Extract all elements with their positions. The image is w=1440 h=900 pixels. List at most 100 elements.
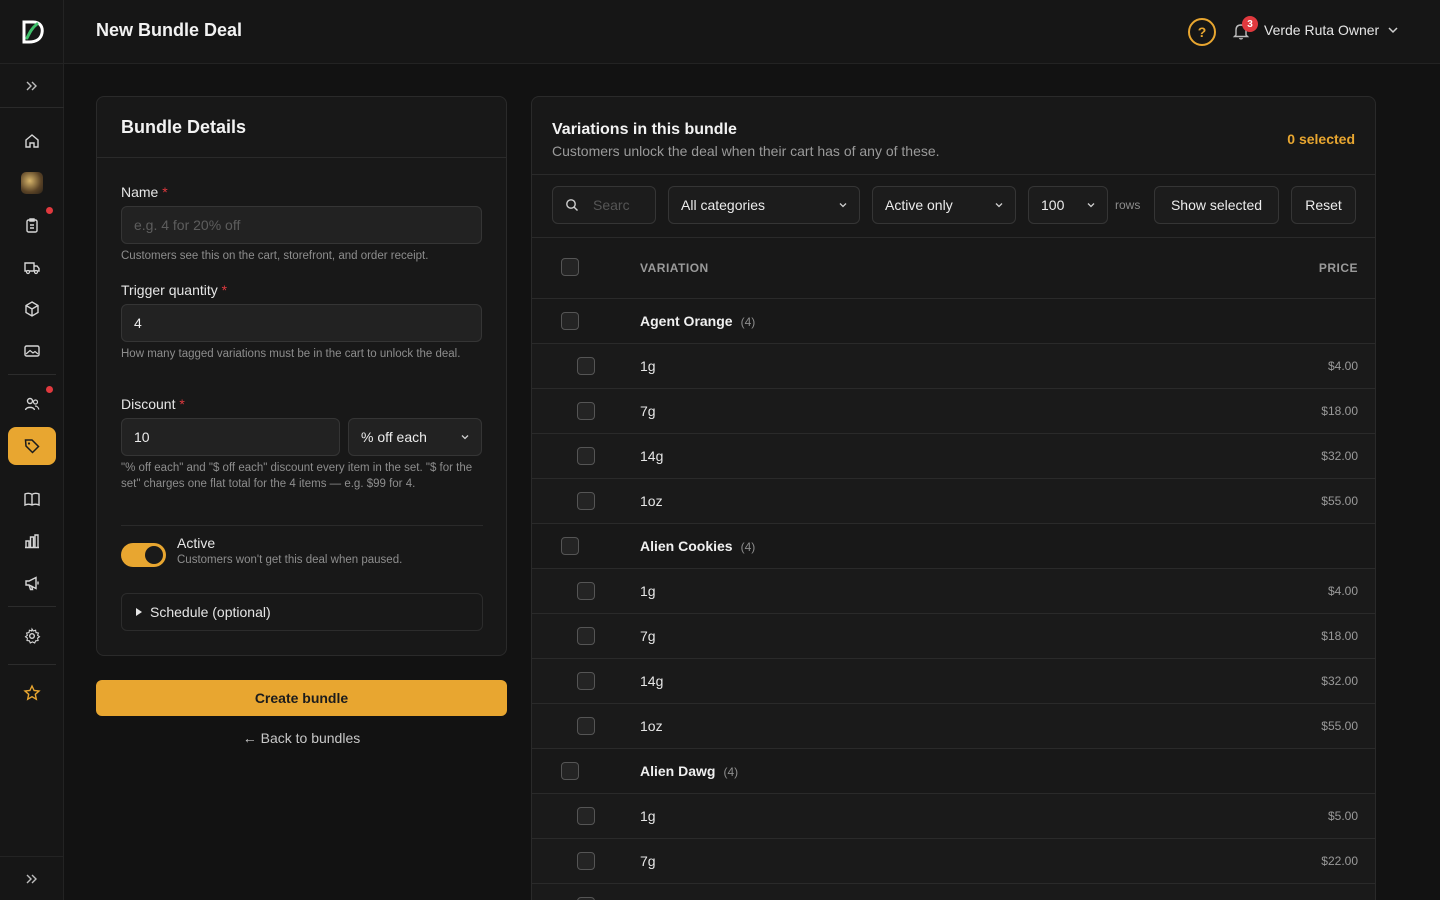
chevrons-right-icon xyxy=(26,874,37,883)
sidebar-item-store[interactable] xyxy=(8,164,56,202)
sidebar-item-delivery[interactable] xyxy=(8,248,56,286)
variation-price: $4.00 xyxy=(1327,359,1358,373)
variation-row[interactable]: 1g $5.00 xyxy=(532,794,1375,839)
sidebar-item-analytics[interactable] xyxy=(8,522,56,560)
variation-price: $18.00 xyxy=(1321,629,1358,643)
sidebar-separator xyxy=(8,664,56,665)
home-icon xyxy=(25,134,39,148)
rows-per-page-select[interactable]: 100 xyxy=(1028,186,1108,224)
user-name: Verde Ruta Owner xyxy=(1264,22,1380,38)
variation-checkbox[interactable] xyxy=(577,582,595,600)
group-count: (4) xyxy=(740,540,756,554)
search-placeholder: Searc xyxy=(593,197,630,213)
variation-checkbox[interactable] xyxy=(577,852,595,870)
variation-checkbox[interactable] xyxy=(577,672,595,690)
chevron-down-icon xyxy=(1388,27,1398,34)
rows-label: rows xyxy=(1115,198,1141,212)
required-mark: * xyxy=(179,396,185,412)
variation-name: 1g xyxy=(640,808,656,824)
divider xyxy=(532,237,1375,238)
variation-name: 1g xyxy=(640,358,656,374)
variation-checkbox[interactable] xyxy=(577,627,595,645)
chevron-down-icon xyxy=(839,203,847,208)
megaphone-icon xyxy=(25,576,39,591)
group-row[interactable]: Alien Dawg (4) xyxy=(532,749,1375,794)
show-selected-button[interactable]: Show selected xyxy=(1154,186,1279,224)
rows-per-page-value: 100 xyxy=(1041,197,1065,213)
category-filter-value: All categories xyxy=(681,197,766,213)
group-checkbox[interactable] xyxy=(561,312,579,330)
help-button[interactable]: ? xyxy=(1188,18,1216,46)
discount-type-select[interactable]: % off each xyxy=(348,418,482,456)
status-filter-select[interactable]: Active only xyxy=(872,186,1016,224)
variation-row[interactable]: 7g $18.00 xyxy=(532,614,1375,659)
create-bundle-button[interactable]: Create bundle xyxy=(96,680,507,716)
select-all-checkbox[interactable] xyxy=(561,258,579,276)
discount-label: Discount * xyxy=(121,396,185,412)
sidebar-item-settings[interactable] xyxy=(8,617,56,655)
variation-row[interactable] xyxy=(532,884,1375,900)
schedule-disclosure[interactable]: Schedule (optional) xyxy=(121,593,483,631)
orders-badge xyxy=(46,207,53,214)
variation-checkbox[interactable] xyxy=(577,447,595,465)
sidebar-separator xyxy=(8,606,56,607)
chevrons-right-icon xyxy=(26,81,37,90)
bundle-details-card: Bundle Details Name * e.g. 4 for 20% off… xyxy=(96,96,507,656)
variation-checkbox[interactable] xyxy=(577,717,595,735)
delivery-truck-icon xyxy=(24,262,40,275)
variation-name: 1oz xyxy=(640,718,663,734)
user-menu[interactable]: Verde Ruta Owner xyxy=(1264,22,1399,38)
sidebar-item-deals[interactable] xyxy=(8,427,56,465)
sidebar-item-marketing[interactable] xyxy=(8,564,56,602)
sidebar-item-home[interactable] xyxy=(8,122,56,160)
variation-price: $5.00 xyxy=(1327,809,1358,823)
variation-row[interactable]: 7g $22.00 xyxy=(532,839,1375,884)
variation-name: 14g xyxy=(640,673,664,689)
variation-price: $32.00 xyxy=(1321,674,1358,688)
active-toggle[interactable] xyxy=(121,543,166,567)
variation-row[interactable]: 1g $4.00 xyxy=(532,569,1375,614)
variation-row[interactable]: 1g $4.00 xyxy=(532,344,1375,389)
customers-icon xyxy=(24,397,40,411)
brand-logo[interactable] xyxy=(0,0,64,64)
variation-checkbox[interactable] xyxy=(577,402,595,420)
trigger-quantity-label: Trigger quantity * xyxy=(121,282,228,298)
group-row[interactable]: Agent Orange (4) xyxy=(532,299,1375,344)
group-name: Alien Dawg (4) xyxy=(640,763,739,779)
variation-checkbox[interactable] xyxy=(577,807,595,825)
notification-badge: 3 xyxy=(1242,16,1258,32)
variation-price: $18.00 xyxy=(1321,404,1358,418)
discount-value-input[interactable]: 10 xyxy=(121,418,340,456)
variation-row[interactable]: 14g $32.00 xyxy=(532,659,1375,704)
variation-name: 14g xyxy=(640,448,664,464)
name-input[interactable]: e.g. 4 for 20% off xyxy=(121,206,482,244)
variation-row[interactable]: 14g $32.00 xyxy=(532,434,1375,479)
variation-row[interactable]: 1oz $55.00 xyxy=(532,479,1375,524)
back-to-bundles-link[interactable]: ← Back to bundles xyxy=(96,730,507,746)
variation-name: 1g xyxy=(640,583,656,599)
group-checkbox[interactable] xyxy=(561,762,579,780)
group-count: (4) xyxy=(723,765,739,779)
variation-checkbox[interactable] xyxy=(577,357,595,375)
trigger-quantity-input[interactable]: 4 xyxy=(121,304,482,342)
sidebar-collapse-toggle[interactable] xyxy=(0,856,64,900)
sidebar-separator xyxy=(8,374,56,375)
column-header-price: PRICE xyxy=(1318,261,1358,275)
sidebar-expand-button[interactable] xyxy=(0,64,64,108)
variation-checkbox[interactable] xyxy=(577,492,595,510)
sidebar-item-products[interactable] xyxy=(8,290,56,328)
reset-button[interactable]: Reset xyxy=(1291,186,1356,224)
group-row[interactable]: Alien Cookies (4) xyxy=(532,524,1375,569)
sidebar-item-catalog[interactable] xyxy=(8,480,56,518)
logo-mark-icon xyxy=(22,20,44,43)
variations-card: Variations in this bundle Customers unlo… xyxy=(531,96,1376,900)
orders-clipboard-icon xyxy=(26,218,38,233)
discount-help-text: "% off each" and "$ off each" discount e… xyxy=(121,462,473,490)
sidebar-item-favorites[interactable] xyxy=(8,674,56,712)
variation-row[interactable]: 7g $18.00 xyxy=(532,389,1375,434)
search-input[interactable]: Searc xyxy=(552,186,656,224)
sidebar-item-media[interactable] xyxy=(8,332,56,370)
variation-row[interactable]: 1oz $55.00 xyxy=(532,704,1375,749)
category-filter-select[interactable]: All categories xyxy=(668,186,860,224)
group-checkbox[interactable] xyxy=(561,537,579,555)
